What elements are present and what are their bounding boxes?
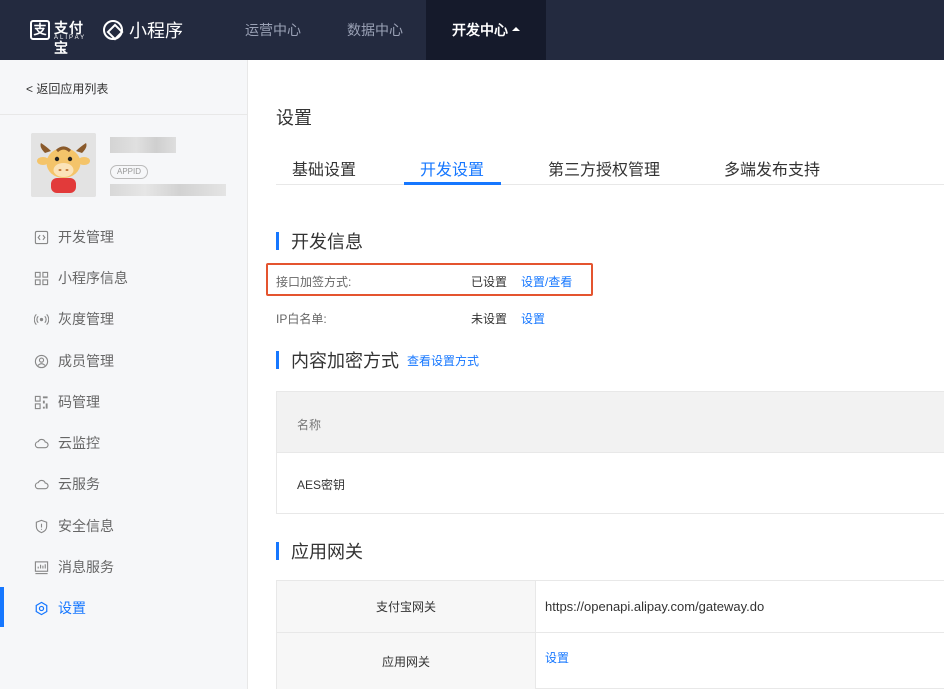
back-to-app-list-label: 返回应用列表: [36, 82, 109, 96]
alipay-gateway-url: https://openapi.alipay.com/gateway.do: [545, 599, 765, 614]
heading-accent-bar: [276, 542, 279, 560]
sign-method-label: 接口加签方式:: [276, 275, 352, 289]
dev-info-title: 开发信息: [291, 232, 363, 252]
sidebar-item-settings[interactable]: 设置: [0, 593, 247, 623]
miniprogram-logo[interactable]: 小程序: [103, 18, 183, 42]
tab-active-indicator: [404, 182, 501, 185]
nav-dev-center[interactable]: 开发中心: [426, 0, 546, 60]
sidebar: < 返回应用列表 APPID 开发管理 小程序信息 灰度管理 成员管理 码管理 …: [0, 60, 248, 689]
nav-operations-center[interactable]: 运营中心: [226, 0, 320, 60]
sidebar-item-label: 码管理: [58, 394, 100, 410]
qrcode-icon: [34, 395, 48, 409]
shield-icon: [35, 519, 48, 533]
sidebar-divider: [0, 114, 247, 115]
miniprogram-icon: [103, 20, 123, 40]
app-avatar: [31, 133, 96, 197]
sidebar-item-code-management[interactable]: 码管理: [0, 387, 247, 417]
gateway-title: 应用网关: [291, 542, 363, 562]
grid-icon: [34, 271, 49, 285]
table-row: AES密钥: [276, 453, 944, 514]
heading-accent-bar: [276, 232, 279, 250]
caret-up-icon: [512, 27, 520, 32]
nav-dev-center-label: 开发中心: [452, 22, 508, 38]
content-encrypt-title: 内容加密方式: [291, 351, 399, 371]
ip-whitelist-label: IP白名单:: [276, 312, 327, 326]
cloud-icon: [34, 479, 49, 489]
tab-multi-platform[interactable]: 多端发布支持: [724, 156, 820, 180]
sidebar-item-security-info[interactable]: 安全信息: [0, 511, 247, 541]
tab-dev-settings[interactable]: 开发设置: [420, 156, 484, 180]
sign-method-status: 已设置: [471, 275, 508, 289]
encrypt-table-header: 名称: [276, 391, 944, 453]
cloud-icon: [34, 438, 49, 448]
page-title: 设置: [276, 108, 312, 128]
sidebar-item-message-service[interactable]: 消息服务: [0, 552, 247, 582]
alipay-logo-subtext: ALIPAY: [54, 35, 87, 41]
tab-third-party-auth[interactable]: 第三方授权管理: [548, 156, 660, 180]
app-gateway-settings-link[interactable]: 设置: [545, 649, 569, 666]
sidebar-item-label: 成员管理: [58, 353, 114, 369]
sidebar-item-miniapp-info[interactable]: 小程序信息: [0, 263, 247, 293]
settings-tabs: 基础设置 开发设置 第三方授权管理 多端发布支持: [276, 144, 944, 185]
alipay-gateway-key: 支付宝网关: [277, 581, 536, 632]
sidebar-item-label: 设置: [58, 600, 86, 616]
back-to-app-list-link[interactable]: < 返回应用列表: [26, 80, 108, 97]
appid-badge: APPID: [110, 165, 149, 179]
sidebar-item-label: 灰度管理: [58, 311, 114, 327]
app-name-redacted: [110, 137, 176, 153]
app-gateway-key: 应用网关: [277, 633, 536, 689]
table-row: 支付宝网关 https://openapi.alipay.com/gateway…: [277, 581, 944, 633]
tab-basic-settings[interactable]: 基础设置: [292, 156, 356, 180]
content-encrypt-heading: 内容加密方式 查看设置方式: [276, 347, 479, 373]
top-navbar: 支 支付宝 ALIPAY 小程序 运营中心 数据中心 开发中心: [0, 0, 944, 60]
sidebar-item-label: 云监控: [58, 435, 100, 451]
alipay-logo[interactable]: 支 支付宝 ALIPAY: [30, 18, 92, 56]
sidebar-item-label: 云服务: [58, 476, 100, 492]
gateway-heading: 应用网关: [276, 538, 363, 564]
column-header-name: 名称: [297, 418, 322, 432]
sidebar-item-label: 开发管理: [58, 229, 114, 245]
table-row: 应用网关 设置: [277, 633, 944, 689]
sidebar-item-cloud-monitor[interactable]: 云监控: [0, 428, 247, 458]
heading-accent-bar: [276, 351, 279, 369]
dev-info-heading: 开发信息: [276, 228, 363, 254]
nav-data-center[interactable]: 数据中心: [328, 0, 422, 60]
ip-whitelist-status: 未设置: [471, 312, 508, 326]
gear-icon: [35, 601, 48, 615]
code-icon: [34, 230, 49, 244]
aes-key-cell: AES密钥: [297, 478, 346, 492]
chevron-left-icon: <: [26, 82, 34, 96]
sidebar-item-label: 消息服务: [58, 559, 114, 575]
sidebar-item-gray-release[interactable]: 灰度管理: [0, 304, 247, 334]
sidebar-item-members[interactable]: 成员管理: [0, 346, 247, 376]
broadcast-icon: [34, 313, 49, 325]
sidebar-item-label: 小程序信息: [58, 270, 128, 286]
user-circle-icon: [34, 354, 49, 368]
sidebar-item-label: 安全信息: [58, 518, 114, 534]
miniprogram-title: 小程序: [129, 21, 183, 41]
gateway-table: 支付宝网关 https://openapi.alipay.com/gateway…: [276, 580, 944, 689]
sidebar-item-cloud-service[interactable]: 云服务: [0, 469, 247, 499]
sidebar-active-indicator: [0, 587, 4, 627]
alipay-logo-icon: 支: [30, 20, 50, 40]
ip-whitelist-settings-link[interactable]: 设置: [521, 310, 545, 327]
appid-value-redacted: [110, 184, 226, 196]
message-chart-icon: [34, 560, 49, 574]
sign-method-settings-link[interactable]: 设置/查看: [521, 273, 572, 290]
view-setting-method-link[interactable]: 查看设置方式: [407, 352, 479, 369]
sidebar-item-dev-management[interactable]: 开发管理: [0, 222, 247, 252]
